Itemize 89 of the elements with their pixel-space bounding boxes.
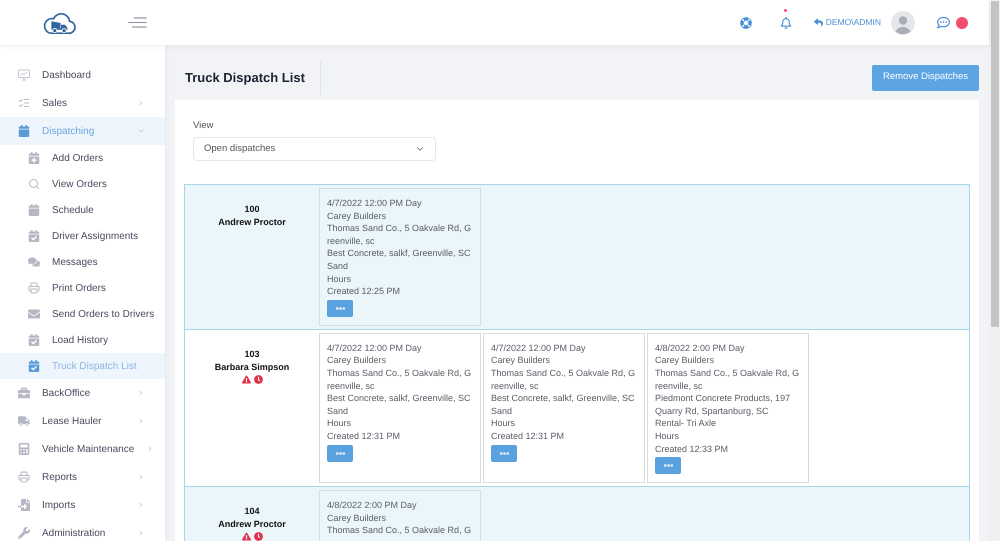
load-address: Thomas Sand Co., 5 Oakvale Rd, G	[327, 524, 472, 537]
unit-label: Hours	[655, 430, 680, 442]
load-address: Thomas Sand Co., 5 Oakvale Rd, Greenville, sc	[655, 366, 800, 392]
created-time: Created 12:31 PM	[491, 430, 566, 442]
unit-label: Hours	[327, 272, 352, 286]
calendar-plus-icon	[28, 152, 40, 164]
checklist-icon	[18, 97, 30, 109]
created-time: Created 12:25 PM	[327, 285, 402, 298]
calendar-check-icon	[28, 334, 40, 346]
load-address: Thomas Sand Co., 5 Oakvale Rd, Greenville, sc	[327, 222, 472, 248]
item-name: Sand	[491, 404, 514, 418]
sidebar-item[interactable]: BackOffice	[0, 379, 165, 407]
scrollbar-track[interactable]	[989, 0, 1000, 541]
sidebar-subitem[interactable]: Driver Assignments	[0, 223, 165, 249]
dispatch-time: 4/8/2022 2:00 PM Day	[655, 342, 746, 354]
delivery-address: Best Concrete, salkf, Greenville, SC	[327, 392, 472, 405]
sidebar-item[interactable]: Reports	[0, 463, 165, 491]
item-name: Sand	[327, 404, 350, 418]
notification-dot-icon	[784, 8, 788, 12]
delivery-address: Piedmont Concrete Products, 197 Quarry Rd, Spartanburg, SC	[655, 392, 792, 418]
sidebar-subitem[interactable]: Load History	[0, 327, 165, 353]
search-icon	[28, 178, 40, 190]
calendar-check-icon	[28, 360, 40, 372]
view-select[interactable]: Open dispatches	[193, 137, 436, 161]
sidebar-item[interactable]: Sales	[0, 89, 165, 117]
sidebar-subitem[interactable]: Add Orders	[0, 145, 165, 171]
dispatch-time: 4/8/2022 2:00 PM Day	[327, 499, 418, 512]
load-address: Thomas Sand Co., 5 Oakvale Rd, Greenville, sc	[491, 366, 636, 392]
scrollbar-thumb[interactable]	[990, 1, 998, 327]
customer-name: Carey Builders	[327, 512, 388, 524]
customer-name: Carey Builders	[327, 354, 388, 367]
delivery-address: Best Concrete, salkf, Greenville, SC	[491, 392, 636, 405]
created-time: Created 12:33 PM	[655, 442, 730, 456]
menu-icon[interactable]	[128, 17, 147, 28]
calendar-check-icon	[28, 230, 40, 242]
view-label: View	[193, 120, 214, 132]
sidebar-item[interactable]: Vehicle Maintenance	[0, 435, 165, 463]
customer-name: Carey Builders	[327, 210, 388, 222]
lifebuoy-icon[interactable]	[740, 16, 752, 28]
driver-name: Andrew Proctor	[218, 216, 286, 229]
sidebar-subitem[interactable]: Schedule	[0, 197, 165, 223]
sidebar-subitem[interactable]: View Orders	[0, 171, 165, 197]
chat-bubbles-icon	[28, 256, 40, 268]
calendar-icon	[28, 204, 40, 216]
status-dot-icon	[956, 16, 968, 28]
more-button[interactable]	[327, 444, 353, 462]
calculator-icon	[18, 443, 30, 455]
item-name: Rental- Tri Axle	[655, 417, 718, 430]
more-button[interactable]	[655, 457, 681, 474]
file-import-icon	[18, 499, 30, 511]
sidebar-item[interactable]: Administration	[0, 519, 165, 541]
more-button[interactable]	[491, 444, 517, 462]
sidebar-item[interactable]: Lease Hauler	[0, 407, 165, 435]
sidebar-item[interactable]: Dashboard	[0, 61, 165, 89]
page-title: Truck Dispatch List	[185, 68, 305, 87]
delivery-address: Best Concrete, salkf, Greenville, SC	[327, 247, 472, 260]
chat-icon[interactable]	[937, 16, 950, 29]
sidebar-subitem[interactable]: Send Orders to Drivers	[0, 301, 165, 327]
sidebar-subitem[interactable]: Messages	[0, 249, 165, 275]
dispatch-time: 4/7/2022 12:00 PM Day	[491, 342, 587, 354]
reply-arrow-icon	[814, 18, 823, 27]
customer-name: Carey Builders	[491, 354, 552, 367]
printer-icon	[28, 282, 40, 294]
load-address: Thomas Sand Co., 5 Oakvale Rd, Greenville, sc	[327, 366, 472, 392]
calendar-icon	[18, 125, 30, 137]
envelope-icon	[28, 308, 40, 320]
printer-icon	[18, 471, 30, 483]
wrench-icon	[18, 527, 30, 539]
truck-number: 100	[244, 203, 260, 216]
truck-icon	[18, 415, 30, 427]
customer-name: Carey Builders	[655, 354, 716, 367]
user-link[interactable]: DEMO\ADMIN	[814, 16, 881, 29]
briefcase-icon	[18, 387, 30, 399]
more-button[interactable]	[327, 300, 353, 317]
created-time: Created 12:31 PM	[327, 430, 402, 442]
unit-label: Hours	[491, 417, 516, 430]
dispatch-time: 4/7/2022 12:00 PM Day	[327, 342, 423, 354]
sidebar-subitem[interactable]: Print Orders	[0, 275, 165, 301]
avatar-icon[interactable]	[891, 10, 915, 34]
dispatch-time: 4/7/2022 12:00 PM Day	[327, 197, 423, 210]
monitor-chart-icon	[18, 69, 30, 81]
unit-label: Hours	[327, 417, 352, 430]
item-name: Sand	[327, 260, 350, 273]
driver-name: Barbara Simpson	[214, 360, 290, 374]
driver-name: Andrew Proctor	[218, 518, 286, 532]
bell-icon[interactable]	[780, 16, 792, 28]
truck-number: 104	[244, 505, 260, 518]
sidebar-item[interactable]: Imports	[0, 491, 165, 519]
truck-number: 103	[244, 348, 260, 361]
